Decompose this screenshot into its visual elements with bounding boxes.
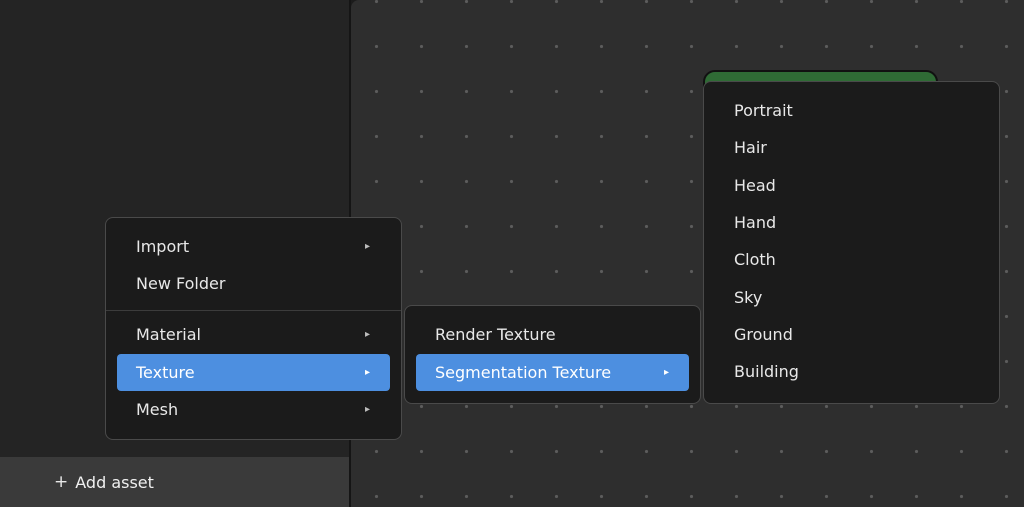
menu-item-new-folder[interactable]: New Folder <box>117 265 390 302</box>
submenu-arrow-icon: ▸ <box>364 367 370 378</box>
menu-item-hair[interactable]: Hair <box>715 129 988 166</box>
menu-item-label: Hand <box>734 213 777 232</box>
menu-item-label: Mesh <box>136 400 179 419</box>
menu-item-label: Texture <box>136 363 195 382</box>
menu-item-label: Render Texture <box>435 325 556 344</box>
add-asset-label: Add asset <box>75 472 154 492</box>
menu-separator <box>106 310 401 311</box>
submenu-arrow-icon: ▸ <box>364 241 370 252</box>
menu-item-label: Import <box>136 237 190 256</box>
menu-item-hand[interactable]: Hand <box>715 204 988 241</box>
menu-item-segmentation-texture[interactable]: Segmentation Texture ▸ <box>416 354 689 391</box>
menu-item-material[interactable]: Material ▸ <box>117 316 390 353</box>
menu-item-label: Building <box>734 362 799 381</box>
menu-item-sky[interactable]: Sky <box>715 279 988 316</box>
menu-item-portrait[interactable]: Portrait <box>715 92 988 129</box>
menu-item-label: Material <box>136 325 201 344</box>
menu-item-building[interactable]: Building <box>715 353 988 390</box>
segmentation-submenu: Portrait Hair Head Hand Cloth Sky Ground… <box>703 81 1000 404</box>
menu-item-label: Hair <box>734 138 767 157</box>
submenu-arrow-icon: ▸ <box>663 367 669 378</box>
menu-item-label: Segmentation Texture <box>435 363 612 382</box>
context-menu: Import ▸ New Folder Material ▸ Texture ▸… <box>105 217 402 440</box>
menu-item-label: Ground <box>734 325 793 344</box>
menu-item-label: Head <box>734 176 776 195</box>
add-asset-button[interactable]: + Add asset <box>0 457 349 507</box>
menu-item-cloth[interactable]: Cloth <box>715 241 988 278</box>
menu-item-import[interactable]: Import ▸ <box>117 228 390 265</box>
menu-item-ground[interactable]: Ground <box>715 316 988 353</box>
plus-icon: + <box>54 472 69 492</box>
menu-item-label: New Folder <box>136 274 226 293</box>
menu-item-label: Portrait <box>734 101 793 120</box>
menu-item-label: Cloth <box>734 250 776 269</box>
menu-item-label: Sky <box>734 288 763 307</box>
texture-submenu: Render Texture Segmentation Texture ▸ <box>404 305 701 404</box>
menu-item-render-texture[interactable]: Render Texture <box>416 316 689 353</box>
submenu-arrow-icon: ▸ <box>364 329 370 340</box>
submenu-arrow-icon: ▸ <box>364 404 370 415</box>
menu-item-mesh[interactable]: Mesh ▸ <box>117 391 390 428</box>
menu-item-head[interactable]: Head <box>715 167 988 204</box>
menu-item-texture[interactable]: Texture ▸ <box>117 354 390 391</box>
